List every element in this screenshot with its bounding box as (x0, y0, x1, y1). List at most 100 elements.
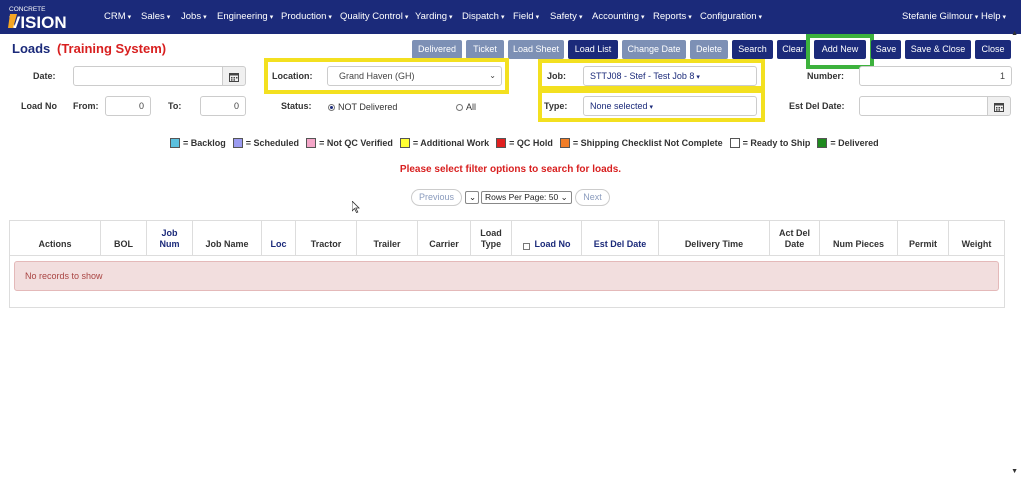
legend-label: = Ready to Ship (742, 138, 811, 148)
select-all-checkbox[interactable] (522, 243, 530, 250)
training-system-label: (Training System) (57, 41, 167, 56)
user-menu[interactable]: Stefanie Gilmour ▾ (902, 11, 978, 22)
legend-label: = Not QC Verified (319, 138, 393, 148)
type-select[interactable]: None selected ▾ (583, 96, 757, 116)
legend-item: = Additional Work (399, 138, 489, 148)
add-new-button[interactable]: Add New (814, 40, 866, 59)
legend-swatch (817, 138, 828, 148)
date-input[interactable] (73, 66, 224, 86)
nav-menu-jobs[interactable]: Jobs ▾ (181, 11, 207, 22)
nav-menu-label: Sales (141, 11, 165, 22)
col-loc[interactable]: Loc (262, 221, 296, 255)
previous-page-button[interactable]: Previous (411, 189, 462, 206)
page-title: Loads (12, 41, 51, 56)
nav-menu-sales[interactable]: Sales ▾ (141, 11, 170, 22)
svg-text:CONCRETE: CONCRETE (9, 6, 46, 13)
col-permit[interactable]: Permit (898, 221, 949, 255)
load-list-button[interactable]: Load List (568, 40, 618, 59)
est-del-calendar-button[interactable] (987, 96, 1011, 116)
nav-menu-yarding[interactable]: Yarding ▾ (415, 11, 453, 22)
nav-menu-label: Quality Control (340, 11, 403, 22)
col-load-type[interactable]: Load Type (471, 221, 512, 255)
load-no-from-input[interactable]: 0 (105, 96, 151, 116)
caret-down-icon: ▾ (203, 14, 207, 21)
col-load-no[interactable]: Load No (512, 221, 582, 255)
save-close-button[interactable]: Save & Close (905, 40, 971, 59)
radio-empty-icon (456, 104, 463, 111)
load-sheet-button[interactable]: Load Sheet (508, 40, 564, 59)
next-page-button[interactable]: Next (575, 189, 610, 206)
nav-menu-production[interactable]: Production ▾ (281, 11, 332, 22)
legend-item: = Ready to Ship (729, 138, 811, 148)
col-bol[interactable]: BOL (101, 221, 147, 255)
status-not-delivered-radio[interactable]: NOT Delivered (328, 102, 397, 112)
legend-item: = Not QC Verified (306, 138, 393, 148)
help-menu[interactable]: Help ▾ (981, 11, 1006, 22)
svg-text:VISION: VISION (9, 13, 67, 30)
nav-menu-accounting[interactable]: Accounting ▾ (592, 11, 645, 22)
nav-menu-label: Yarding (415, 11, 448, 22)
location-label: Location: (272, 71, 313, 81)
caret-down-icon: ▾ (688, 14, 692, 21)
caret-down-icon: ▾ (694, 74, 700, 81)
scroll-down-icon[interactable]: ▼ (1011, 468, 1018, 475)
job-select[interactable]: STTJ08 - Stef - Test Job 8 ▾ (583, 66, 757, 86)
col-est-del-date[interactable]: Est Del Date (582, 221, 659, 255)
save-button[interactable]: Save (871, 40, 901, 59)
mouse-cursor-icon (352, 201, 360, 213)
page-number-select[interactable]: ⌄ (465, 191, 479, 204)
nav-menu-engineering[interactable]: Engineering ▾ (217, 11, 273, 22)
job-label: Job: (547, 71, 566, 81)
number-input[interactable]: 1 (859, 66, 1012, 86)
legend-label: = Shipping Checklist Not Complete (572, 138, 723, 148)
loads-table: Actions BOL Job Num Job Name Loc Tractor… (9, 220, 1005, 308)
scroll-up-icon[interactable]: ▲ (1011, 30, 1018, 37)
status-all-radio[interactable]: All (456, 102, 476, 112)
col-trailer[interactable]: Trailer (357, 221, 418, 255)
col-weight[interactable]: Weight (949, 221, 1004, 255)
close-button[interactable]: Close (975, 40, 1011, 59)
nav-menu-reports[interactable]: Reports ▾ (653, 11, 692, 22)
legend-swatch (729, 138, 740, 148)
legend-item: = Scheduled (232, 138, 300, 148)
legend-label: = Scheduled (245, 138, 300, 148)
legend-swatch (496, 138, 507, 148)
col-tractor[interactable]: Tractor (296, 221, 357, 255)
nav-menu-field[interactable]: Field ▾ (513, 11, 539, 22)
rows-per-page-select[interactable]: Rows Per Page: 50 ⌄ (481, 191, 572, 204)
nav-menu-label: Engineering (217, 11, 268, 22)
nav-menu-crm[interactable]: CRM ▾ (104, 11, 131, 22)
nav-menu-quality-control[interactable]: Quality Control ▾ (340, 11, 408, 22)
calendar-icon (229, 72, 239, 82)
col-actions: Actions (10, 221, 101, 255)
nav-menu-safety[interactable]: Safety ▾ (550, 11, 582, 22)
change-date-button[interactable]: Change Date (622, 40, 686, 59)
status-label: Status: (281, 101, 312, 111)
ticket-button[interactable]: Ticket (466, 40, 504, 59)
col-carrier[interactable]: Carrier (418, 221, 471, 255)
clear-button[interactable]: Clear (777, 40, 809, 59)
load-no-to-input[interactable]: 0 (200, 96, 246, 116)
col-act-del-date[interactable]: Act Del Date (770, 221, 820, 255)
delete-button[interactable]: Delete (690, 40, 728, 59)
nav-menu-dispatch[interactable]: Dispatch ▾ (462, 11, 504, 22)
date-calendar-button[interactable] (222, 66, 246, 86)
chevron-down-icon: ⌄ (489, 71, 496, 80)
location-select[interactable]: Grand Haven (GH) ⌄ (327, 66, 502, 86)
col-delivery-time[interactable]: Delivery Time (659, 221, 770, 255)
col-job-name[interactable]: Job Name (193, 221, 262, 255)
nav-menu-label: Jobs (181, 11, 202, 22)
nav-menu-configuration[interactable]: Configuration ▾ (700, 11, 762, 22)
legend-swatch (306, 138, 317, 148)
concrete-vision-logo[interactable]: CONCRETE VISION (8, 4, 90, 30)
est-del-date-input[interactable] (859, 96, 989, 116)
col-num-pieces[interactable]: Num Pieces (820, 221, 898, 255)
nav-menu-label: Dispatch (462, 11, 499, 22)
type-label: Type: (544, 101, 568, 111)
search-button[interactable]: Search (732, 40, 773, 59)
radio-selected-icon (328, 104, 335, 111)
delivered-button[interactable]: Delivered (412, 40, 462, 59)
col-job-num[interactable]: Job Num (147, 221, 193, 255)
nav-menu-label: CRM (104, 11, 126, 22)
caret-down-icon: ▾ (404, 14, 409, 21)
